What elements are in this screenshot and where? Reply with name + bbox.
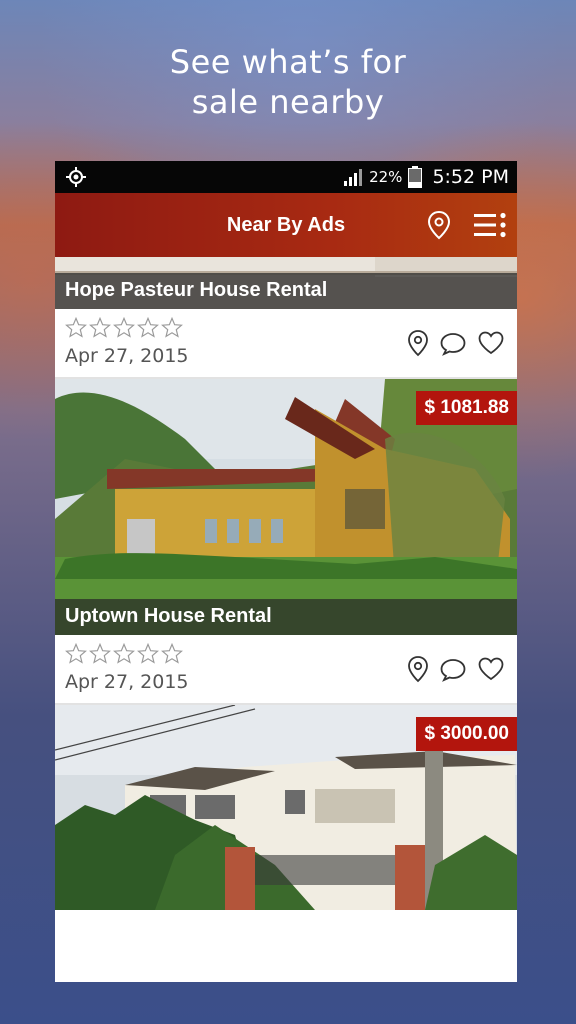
promo-headline: See what’s for sale nearby — [0, 42, 576, 122]
listing-photo[interactable]: $ 1081.88 Uptown House Rental — [55, 379, 517, 635]
star-icon — [137, 643, 159, 664]
star-icon — [137, 317, 159, 338]
star-icon — [113, 643, 135, 664]
location-pin-icon[interactable] — [427, 210, 451, 240]
listing-meta: Apr 27, 2015 — [55, 635, 517, 705]
heart-icon[interactable] — [477, 656, 505, 682]
price-tag: $ 3000.00 — [416, 717, 517, 751]
listing-card[interactable]: $ 1081.88 Uptown House Rental Apr 27, 20… — [55, 379, 517, 705]
listing-meta: Apr 27, 2015 — [55, 309, 517, 379]
comment-icon[interactable] — [439, 330, 467, 356]
listing-title: Uptown House Rental — [55, 599, 517, 635]
star-icon — [89, 317, 111, 338]
signal-icon — [344, 169, 363, 186]
star-icon — [65, 643, 87, 664]
star-icon — [161, 317, 183, 338]
rating-stars[interactable] — [65, 643, 183, 664]
menu-icon[interactable] — [473, 211, 507, 239]
promo-line-2: sale nearby — [191, 83, 385, 121]
listing-card[interactable]: Hope Pasteur House Rental Apr 27, 2015 — [55, 257, 517, 379]
status-right: 22% 5:52 PM — [343, 166, 509, 188]
star-icon — [65, 317, 87, 338]
listing-title: Hope Pasteur House Rental — [55, 273, 517, 309]
app-bar: Near By Ads — [55, 193, 517, 257]
battery-icon — [408, 166, 423, 188]
status-bar: 22% 5:52 PM — [55, 161, 517, 193]
listing-photo[interactable]: $ 3000.00 — [55, 705, 517, 910]
location-pin-icon[interactable] — [407, 329, 429, 357]
clock: 5:52 PM — [432, 166, 509, 188]
star-icon — [89, 643, 111, 664]
star-icon — [161, 643, 183, 664]
star-icon — [113, 317, 135, 338]
phone-screen: 22% 5:52 PM Near By Ads Hope Pasteur Hou… — [55, 161, 517, 982]
listing-card[interactable]: $ 3000.00 — [55, 705, 517, 910]
promo-line-1: See what’s for — [169, 43, 407, 81]
comment-icon[interactable] — [439, 656, 467, 682]
listing-date: Apr 27, 2015 — [65, 671, 189, 693]
listing-photo[interactable]: Hope Pasteur House Rental — [55, 257, 517, 309]
price-tag: $ 1081.88 — [416, 391, 517, 425]
listing-date: Apr 27, 2015 — [65, 345, 189, 367]
battery-percent: 22% — [369, 168, 403, 186]
heart-icon[interactable] — [477, 330, 505, 356]
gps-icon — [66, 167, 86, 187]
location-pin-icon[interactable] — [407, 655, 429, 683]
rating-stars[interactable] — [65, 317, 183, 338]
